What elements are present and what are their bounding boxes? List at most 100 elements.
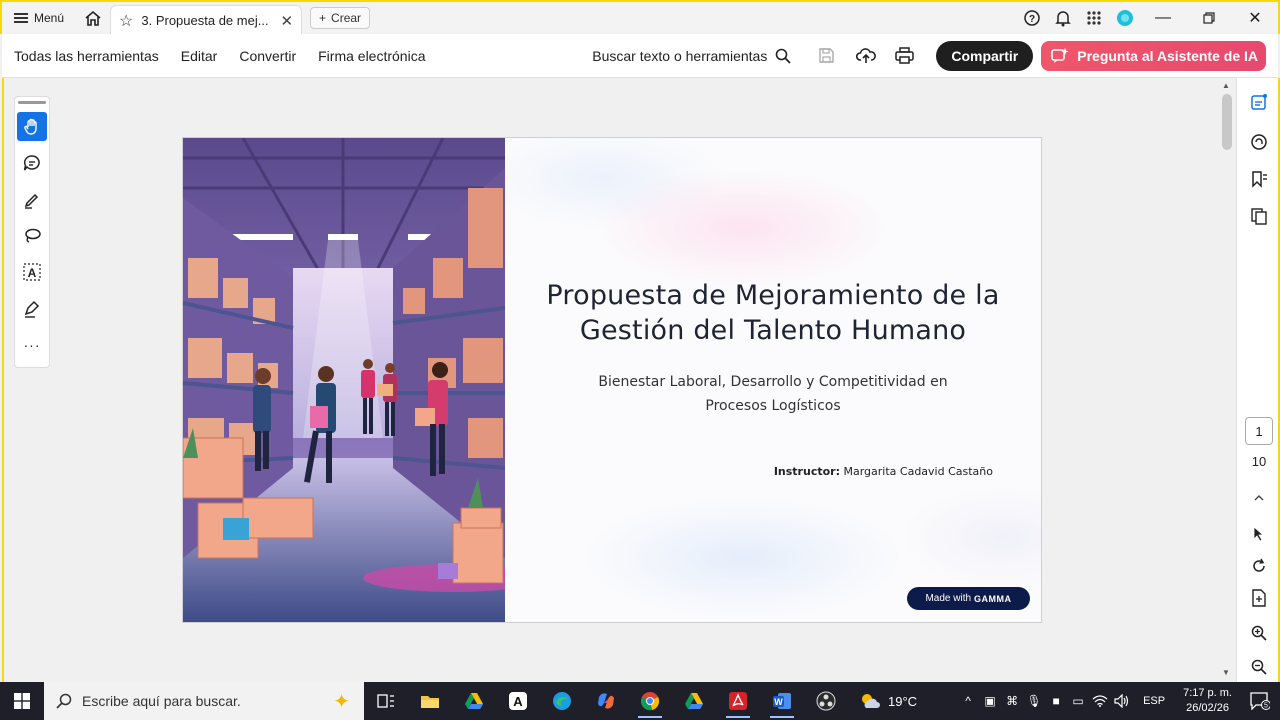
hamburger-icon bbox=[14, 13, 28, 23]
camera-icon[interactable]: ■ bbox=[1045, 682, 1067, 720]
task-view-icon[interactable] bbox=[364, 682, 408, 720]
hardware-icon[interactable]: ⌘ bbox=[1001, 682, 1023, 720]
file-explorer-icon[interactable] bbox=[408, 682, 452, 720]
windows-icon bbox=[14, 693, 30, 709]
lasso-icon bbox=[25, 228, 41, 243]
menu-button[interactable]: Menú bbox=[2, 2, 76, 34]
battery-icon[interactable]: ▭ bbox=[1067, 682, 1089, 720]
start-button[interactable] bbox=[0, 682, 44, 720]
save-icon[interactable] bbox=[807, 41, 846, 71]
copilot-icon[interactable] bbox=[584, 682, 628, 720]
create-button[interactable]: + Crear bbox=[310, 7, 371, 29]
left-tool-rail: A ··· bbox=[14, 96, 50, 368]
weather-icon bbox=[862, 694, 880, 708]
wifi-icon[interactable] bbox=[1089, 682, 1111, 720]
notification-icon: 5 bbox=[1250, 692, 1270, 710]
cloud-upload-icon[interactable] bbox=[846, 41, 885, 71]
scroll-down-icon[interactable]: ▼ bbox=[1222, 668, 1230, 677]
sign-tool-button[interactable] bbox=[17, 294, 47, 323]
toolbar-esign[interactable]: Firma electrónica bbox=[307, 48, 436, 64]
search-tools-label: Buscar texto o herramientas bbox=[592, 47, 768, 64]
weather-widget[interactable]: 19°C bbox=[858, 692, 917, 710]
toolbar-all-tools[interactable]: Todas las herramientas bbox=[2, 48, 170, 64]
draw-tool-button[interactable] bbox=[17, 221, 47, 250]
acrobat-icon[interactable] bbox=[716, 682, 760, 720]
next-page-icon[interactable] bbox=[1249, 524, 1269, 544]
ellipsis-icon: ··· bbox=[23, 337, 41, 354]
plus-icon: + bbox=[319, 11, 327, 25]
language-indicator[interactable]: ESP bbox=[1133, 695, 1175, 707]
bookmark-icon[interactable] bbox=[1249, 169, 1269, 189]
windows-taskbar: Escribe aquí para buscar. ✦ A W 19°C ^ ▣… bbox=[0, 682, 1280, 720]
clock-time: 7:17 p. m. bbox=[1183, 687, 1232, 699]
taskbar-search[interactable]: Escribe aquí para buscar. ✦ bbox=[44, 682, 364, 720]
total-pages: 10 bbox=[1251, 454, 1267, 469]
edge-icon[interactable] bbox=[540, 682, 584, 720]
vertical-scrollbar[interactable]: ▲ ▼ bbox=[1219, 78, 1235, 682]
profile-avatar[interactable] bbox=[1109, 2, 1140, 34]
bell-icon[interactable] bbox=[1047, 2, 1078, 34]
current-page-input[interactable]: 1 bbox=[1245, 417, 1273, 445]
chrome-icon[interactable] bbox=[628, 682, 672, 720]
badge-brand: GAMMA bbox=[974, 593, 1012, 604]
highlight-tool-button[interactable] bbox=[17, 185, 47, 214]
toolbar-edit[interactable]: Editar bbox=[170, 48, 229, 64]
print-icon[interactable] bbox=[885, 41, 924, 71]
text-select-tool-button[interactable]: A bbox=[17, 258, 47, 287]
pen-icon bbox=[24, 193, 39, 209]
close-tab-icon[interactable]: ✕ bbox=[280, 12, 293, 30]
svg-text:A: A bbox=[513, 694, 523, 709]
slide-title: Propuesta de Mejoramiento de la Gestión … bbox=[546, 280, 1000, 346]
obs-icon[interactable] bbox=[804, 682, 848, 720]
sparkle-icon: ✦ bbox=[333, 690, 350, 713]
chevron-up-icon[interactable]: ^ bbox=[957, 682, 979, 720]
weather-temp: 19°C bbox=[888, 693, 918, 709]
minimize-icon[interactable]: — bbox=[1140, 2, 1186, 34]
restore-icon[interactable] bbox=[1186, 2, 1232, 34]
font-app-icon[interactable]: A bbox=[496, 682, 540, 720]
document-tab[interactable]: ☆ 3. Propuesta de mej... ✕ bbox=[110, 5, 303, 35]
meet-icon[interactable]: ▣ bbox=[979, 682, 1001, 720]
notification-count: 5 bbox=[1264, 703, 1268, 710]
google-drive-icon-2[interactable] bbox=[672, 682, 716, 720]
system-tray: ^ ▣ ⌘ 🎙 ■ ▭ ESP 7:17 p. m. 26/02/26 5 bbox=[957, 682, 1280, 720]
pdf-page: Propuesta de Mejoramiento de la Gestión … bbox=[182, 137, 1042, 623]
notifications-button[interactable]: 5 bbox=[1240, 682, 1280, 720]
ai-assistant-button[interactable]: Pregunta al Asistente de IA bbox=[1041, 40, 1266, 71]
zoom-out-icon[interactable] bbox=[1249, 657, 1269, 677]
toolbar-convert[interactable]: Convertir bbox=[228, 48, 307, 64]
zoom-in-icon[interactable] bbox=[1249, 623, 1269, 643]
scroll-thumb[interactable] bbox=[1222, 94, 1232, 150]
close-window-icon[interactable]: ✕ bbox=[1232, 2, 1278, 34]
document-viewport[interactable]: A ··· Propuesta de Mejoramiento de la Ge… bbox=[2, 78, 1236, 682]
home-icon[interactable] bbox=[76, 2, 110, 34]
pages-icon[interactable] bbox=[1249, 206, 1269, 226]
volume-icon[interactable] bbox=[1111, 682, 1133, 720]
google-drive-icon[interactable] bbox=[452, 682, 496, 720]
page-settings-icon[interactable] bbox=[1249, 588, 1269, 608]
rail-grip[interactable] bbox=[18, 101, 46, 104]
instructor-line: Instructor: Margarita Cadavid Castaño bbox=[774, 465, 993, 478]
ai-assistant-label: Pregunta al Asistente de IA bbox=[1077, 47, 1258, 64]
scroll-up-icon[interactable]: ▲ bbox=[1222, 81, 1230, 90]
hand-tool-button[interactable] bbox=[17, 111, 47, 142]
clock[interactable]: 7:17 p. m. 26/02/26 bbox=[1175, 686, 1240, 716]
search-tools-button[interactable]: Buscar texto o herramientas bbox=[592, 48, 791, 64]
more-tools-button[interactable]: ··· bbox=[17, 331, 47, 360]
comments-panel-icon[interactable] bbox=[1249, 132, 1269, 152]
microphone-icon[interactable]: 🎙 bbox=[1023, 682, 1045, 720]
comment-icon bbox=[23, 155, 40, 171]
previous-page-icon[interactable] bbox=[1249, 488, 1269, 508]
search-icon bbox=[776, 48, 791, 64]
made-with-gamma-badge[interactable]: Made with GAMMA bbox=[907, 587, 1030, 610]
ai-summary-icon[interactable] bbox=[1249, 92, 1269, 112]
comment-tool-button[interactable] bbox=[17, 148, 47, 177]
apps-icon[interactable] bbox=[1078, 2, 1109, 34]
share-button[interactable]: Compartir bbox=[936, 40, 1034, 71]
taskbar-search-placeholder: Escribe aquí para buscar. bbox=[82, 693, 241, 709]
help-icon[interactable]: ? bbox=[1016, 2, 1047, 34]
rotate-icon[interactable] bbox=[1249, 556, 1269, 576]
word-icon[interactable]: W bbox=[760, 682, 804, 720]
star-icon[interactable]: ☆ bbox=[119, 11, 133, 31]
right-tool-panel: 1 10 bbox=[1236, 78, 1280, 682]
